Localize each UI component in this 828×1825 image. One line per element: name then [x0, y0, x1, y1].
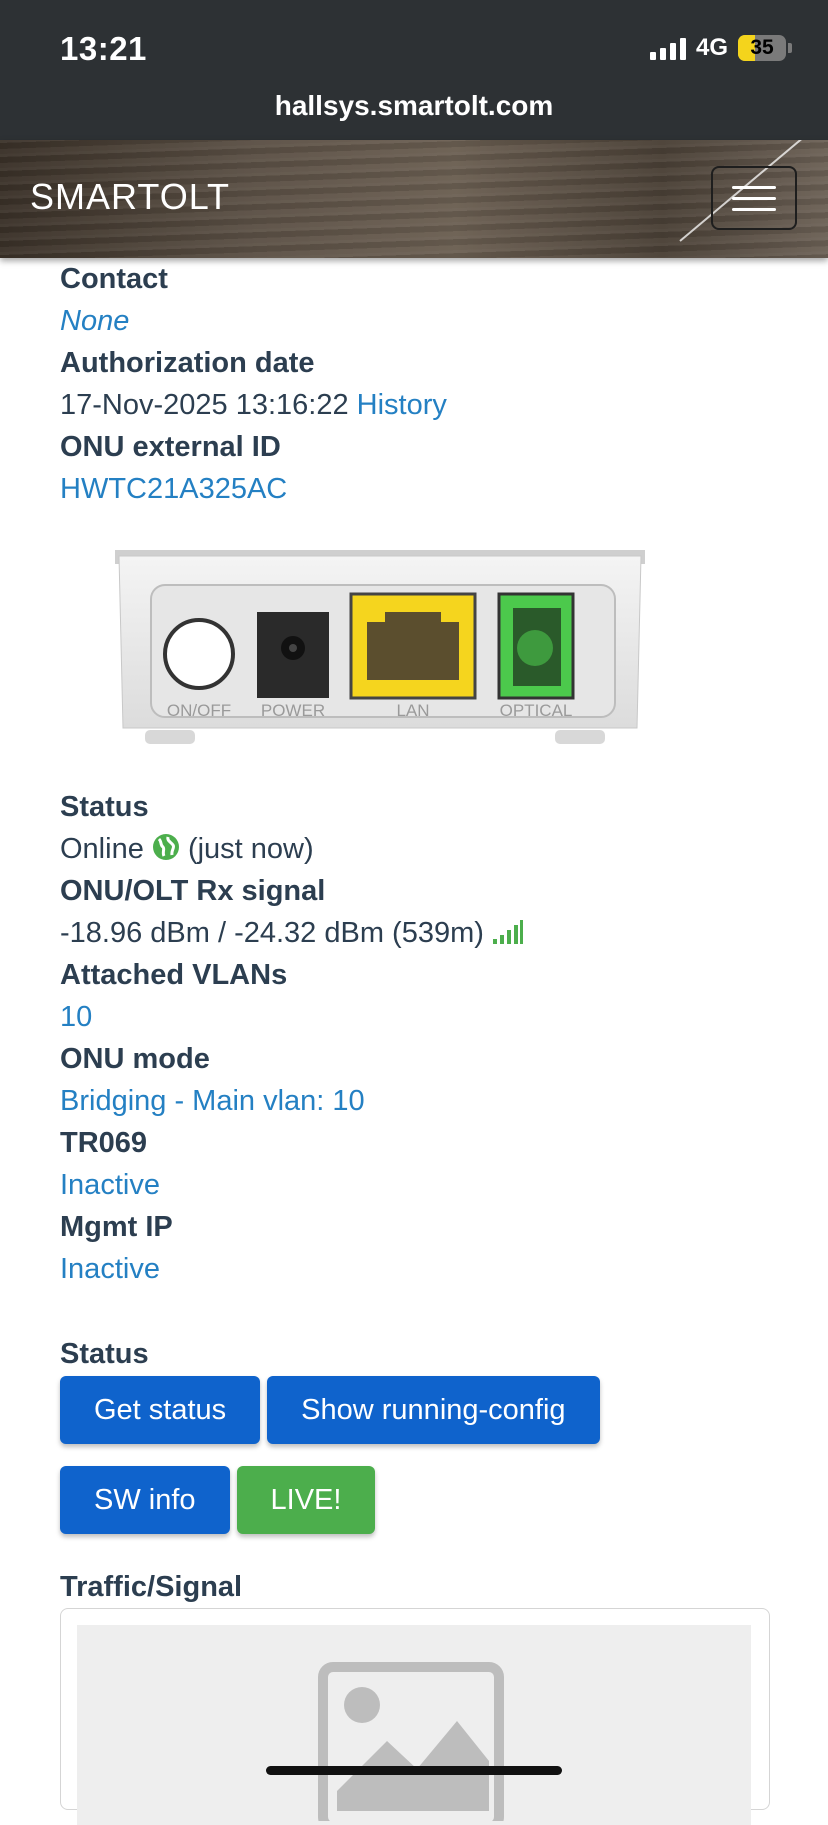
attached-vlans-label: Attached VLANs — [60, 959, 288, 991]
onu-device-image: ON/OFF POWER LAN OPTICAL — [115, 550, 645, 744]
port-label: LAN — [396, 701, 429, 720]
url-bar[interactable]: hallsys.smartolt.com — [0, 90, 828, 122]
home-indicator[interactable] — [266, 1766, 562, 1775]
hamburger-menu-icon[interactable] — [711, 166, 797, 230]
tr069-label: TR069 — [60, 1127, 148, 1159]
onu-mode-value[interactable]: Bridging - Main vlan: 10 — [60, 1080, 770, 1122]
onu-status-details: Status Online (just now) ONU/OLT Rx sign… — [60, 786, 770, 1290]
status-label: Status — [60, 791, 149, 823]
authorization-date-row: 17-Nov-2025 13:16:22 History — [60, 384, 770, 426]
live-button[interactable]: LIVE! — [236, 1466, 376, 1534]
tr069-value[interactable]: Inactive — [60, 1164, 770, 1206]
status-row: Online (just now) — [60, 828, 770, 870]
network-type: 4G — [695, 34, 728, 61]
port-label: ON/OFF — [167, 701, 231, 720]
traffic-signal-panel — [60, 1608, 770, 1825]
port-label: POWER — [261, 701, 325, 720]
onu-details: Contact None Authorization date 17-Nov-2… — [60, 258, 770, 510]
status-buttons-row-2: SW info LIVE! — [60, 1466, 376, 1534]
get-status-button[interactable]: Get status — [60, 1376, 261, 1444]
status-time: (just now) — [187, 833, 314, 865]
mgmt-ip-label: Mgmt IP — [60, 1211, 173, 1243]
cellular-signal-icon — [649, 36, 686, 60]
authorization-date-value: 17-Nov-2025 13:16:22 — [60, 389, 349, 421]
image-placeholder-icon — [318, 1662, 504, 1821]
signal-strength-icon — [492, 920, 523, 944]
show-running-config-button[interactable]: Show running-config — [267, 1376, 600, 1444]
status-value: Online — [60, 833, 144, 865]
rx-signal-label: ONU/OLT Rx signal — [60, 875, 326, 907]
globe-icon — [152, 834, 179, 860]
status-buttons-row-1: Get status Show running-config — [60, 1376, 600, 1444]
mgmt-ip-value[interactable]: Inactive — [60, 1248, 770, 1290]
onu-mode-label: ONU mode — [60, 1043, 210, 1075]
status-icons: 4G 35 — [649, 34, 792, 62]
contact-value[interactable]: None — [60, 300, 770, 342]
sw-info-button[interactable]: SW info — [60, 1466, 230, 1534]
graph-placeholder[interactable] — [77, 1625, 751, 1825]
contact-label: Contact — [60, 263, 168, 295]
navbar: SMARTOLT — [0, 140, 828, 258]
brand-logo[interactable]: SMARTOLT — [30, 176, 230, 218]
port-label: OPTICAL — [500, 701, 573, 720]
onu-external-id-label: ONU external ID — [60, 431, 281, 463]
battery-percent: 35 — [750, 36, 774, 59]
battery-icon: 35 — [738, 35, 786, 61]
attached-vlans-value[interactable]: 10 — [60, 996, 770, 1038]
status-section-heading: Status — [60, 1338, 149, 1370]
battery-tip — [788, 43, 792, 53]
history-link[interactable]: History — [357, 389, 447, 421]
traffic-signal-heading: Traffic/Signal — [60, 1571, 243, 1603]
rx-signal-value: -18.96 dBm / -24.32 dBm (539m) — [60, 917, 484, 949]
on-off-button — [163, 618, 235, 690]
onu-external-id-value[interactable]: HWTC21A325AC — [60, 468, 770, 510]
authorization-date-label: Authorization date — [60, 347, 315, 379]
status-bar: 13:21 4G 35 hallsys.smartolt.com — [0, 0, 828, 140]
rx-signal-row: -18.96 dBm / -24.32 dBm (539m) — [60, 912, 770, 954]
clock: 13:21 — [60, 30, 147, 67]
